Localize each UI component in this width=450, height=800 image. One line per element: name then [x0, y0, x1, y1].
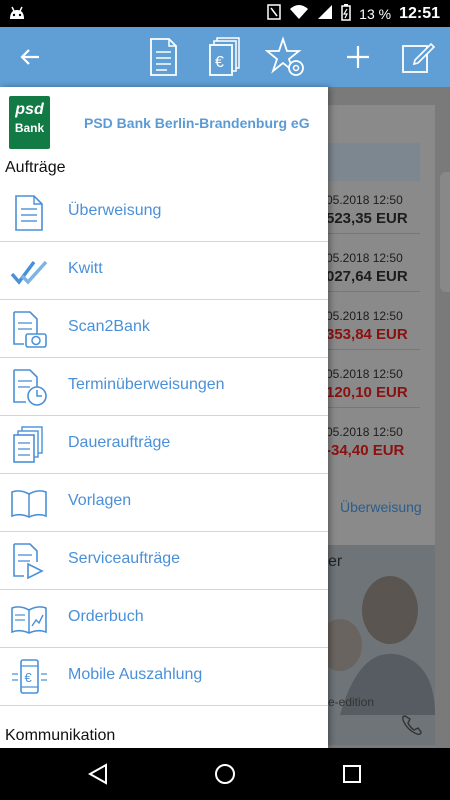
- transaction-date: 05.2018 12:50: [326, 425, 403, 439]
- battery-level: 13 %: [359, 5, 392, 22]
- transaction-date: 05.2018 12:50: [326, 251, 403, 265]
- svg-text:€: €: [25, 670, 33, 685]
- menu-label: Terminüberweisungen: [68, 376, 225, 393]
- menu-item-mobile-auszahlung[interactable]: € Mobile Auszahlung: [0, 648, 328, 706]
- menu-label: Daueraufträge: [68, 434, 171, 451]
- logo-text-psd: psd: [15, 101, 44, 118]
- section-title-communication: Kommunikation: [5, 727, 116, 744]
- menu-label: Mobile Auszahlung: [68, 666, 203, 683]
- kwitt-check-icon: [10, 252, 48, 290]
- document-icon[interactable]: [143, 27, 183, 87]
- drawer-edge-handle: [440, 172, 450, 292]
- transaction-date: 05.2018 12:50: [326, 193, 403, 207]
- menu-item-orderbuch[interactable]: Orderbuch: [0, 590, 328, 648]
- svg-text:€: €: [215, 54, 224, 71]
- euro-documents-icon[interactable]: €: [204, 27, 246, 87]
- scheduled-transfer-icon: [10, 368, 48, 406]
- menu-label: Scan2Bank: [68, 318, 150, 335]
- signal-icon: [317, 4, 333, 23]
- edit-icon[interactable]: [398, 27, 438, 87]
- battery-icon: [341, 3, 351, 24]
- mobile-payout-icon: €: [10, 658, 48, 696]
- menu-item-dauerauftraege[interactable]: Daueraufträge: [0, 416, 328, 474]
- plus-icon[interactable]: [340, 27, 376, 87]
- transaction-amount: -34,40 EUR: [326, 442, 405, 459]
- standing-order-icon: [10, 426, 48, 464]
- phone-icon[interactable]: [400, 713, 424, 742]
- back-arrow-icon[interactable]: [10, 27, 50, 87]
- menu-item-serviceauftraege[interactable]: Serviceaufträge: [0, 532, 328, 590]
- menu-label: Vorlagen: [68, 492, 132, 509]
- transaction-amount: 027,64 EUR: [326, 268, 408, 285]
- menu-label: Serviceaufträge: [68, 550, 181, 567]
- menu-label: Überweisung: [68, 202, 162, 219]
- section-title-orders: Aufträge: [5, 159, 66, 176]
- orderbook-icon: [10, 600, 48, 638]
- menu-item-terminueberweisungen[interactable]: Terminüberweisungen: [0, 358, 328, 416]
- android-icon: [8, 5, 26, 26]
- status-bar: 13 % 12:51: [0, 0, 450, 27]
- logo-text-bank: Bank: [14, 121, 45, 135]
- transaction-date: 05.2018 12:50: [326, 367, 403, 381]
- nfc-icon: [267, 4, 281, 23]
- menu-item-scan2bank[interactable]: Scan2Bank: [0, 300, 328, 358]
- recents-square-icon[interactable]: [340, 762, 364, 786]
- system-navigation-bar: [0, 748, 450, 800]
- bank-name: PSD Bank Berlin-Brandenburg eG: [84, 115, 310, 131]
- service-order-icon: [10, 542, 48, 580]
- transfer-document-icon: [10, 194, 48, 232]
- menu-item-ueberweisung[interactable]: Überweisung: [0, 184, 328, 242]
- clock: 12:51: [399, 4, 440, 22]
- menu-item-kwitt[interactable]: Kwitt: [0, 242, 328, 300]
- promo-caption: e-edition: [328, 695, 375, 709]
- card-link-transfer[interactable]: Überweisung: [340, 499, 422, 515]
- wifi-icon: [289, 4, 309, 23]
- transaction-amount: 120,10 EUR: [326, 384, 408, 401]
- menu-label: Orderbuch: [68, 608, 144, 625]
- camera-document-icon: [10, 310, 48, 348]
- home-circle-icon[interactable]: [213, 762, 237, 786]
- transaction-amount: 353,84 EUR: [326, 326, 408, 343]
- menu-label: Kwitt: [68, 260, 103, 277]
- menu-item-vorlagen[interactable]: Vorlagen: [0, 474, 328, 532]
- templates-book-icon: [10, 484, 48, 522]
- navigation-drawer: psd Bank PSD Bank Berlin-Brandenburg eG …: [0, 87, 328, 748]
- app-bar: €: [0, 27, 450, 87]
- transaction-date: 05.2018 12:50: [326, 309, 403, 323]
- back-triangle-icon[interactable]: [86, 762, 110, 786]
- psd-bank-logo: psd Bank: [9, 96, 50, 149]
- star-gear-icon[interactable]: [264, 27, 308, 87]
- transaction-amount: 523,35 EUR: [326, 210, 408, 227]
